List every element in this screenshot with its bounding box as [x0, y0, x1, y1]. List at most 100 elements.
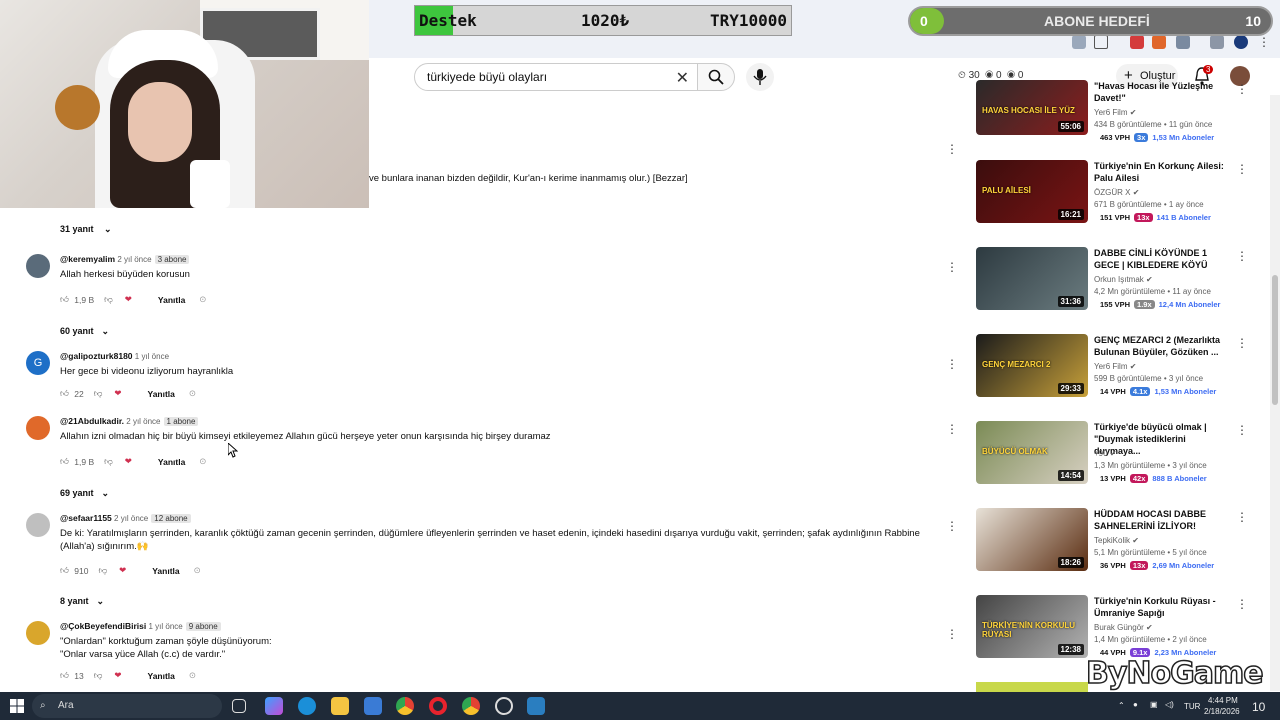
voice-search-button[interactable]: [746, 63, 774, 91]
comment-time[interactable]: 1 yıl önce: [148, 622, 182, 631]
video-more-button[interactable]: ⋮: [1236, 249, 1248, 263]
sort-icon[interactable]: ⊙: [189, 670, 196, 681]
chrome-icon[interactable]: [396, 697, 414, 715]
like-icon[interactable]: 👍︎: [60, 294, 69, 305]
search-button[interactable]: [697, 63, 735, 91]
tray-chevron-icon[interactable]: ⌃: [1118, 701, 1125, 710]
video-thumbnail[interactable]: TÜRKİYE'NİN KORKULU RÜYASI 12:38: [976, 595, 1088, 658]
comment-username[interactable]: @sefaar1155: [60, 513, 112, 523]
comment-time[interactable]: 2 yıl önce: [117, 255, 151, 264]
comment-more-button[interactable]: ⋮: [946, 627, 958, 641]
comment-time[interactable]: 2 yıl önce: [126, 417, 160, 426]
commenter-avatar[interactable]: [26, 513, 50, 537]
menu-dots-icon[interactable]: ⋮: [1258, 35, 1272, 49]
like-icon[interactable]: 👍︎: [60, 456, 69, 467]
channel-name[interactable]: Yer6 Film ✔: [1094, 108, 1136, 117]
comment-more-button[interactable]: ⋮: [946, 422, 958, 436]
clear-search-icon[interactable]: ✕: [676, 68, 689, 88]
obs-icon[interactable]: [495, 697, 513, 715]
video-more-button[interactable]: ⋮: [1236, 336, 1248, 350]
related-video-item[interactable]: BÜYÜCÜ OLMAK 14:54 Türkiye'de büyücü olmak…: [976, 421, 1266, 501]
dislike-icon[interactable]: 👎︎: [104, 456, 113, 467]
file-explorer-icon[interactable]: [331, 697, 349, 715]
video-thumbnail[interactable]: 31:36: [976, 247, 1088, 310]
extension-icon[interactable]: [1176, 35, 1190, 49]
channel-name[interactable]: ÖZGÜR X ✔: [1094, 188, 1139, 197]
related-video-item[interactable]: GENÇ MEZARCI 2 29:33 GENÇ MEZARCI 2 (Mezar…: [976, 334, 1266, 414]
sort-icon[interactable]: ⊙: [199, 294, 206, 305]
comment-more-button[interactable]: ⋮: [946, 357, 958, 371]
channel-name[interactable]: Burak Güngör ✔: [1094, 623, 1153, 632]
reply-button[interactable]: Yanıtla: [158, 295, 185, 305]
partial-thumbnail[interactable]: [976, 682, 1088, 692]
dislike-icon[interactable]: 👎︎: [98, 565, 107, 576]
channel-name[interactable]: TepkiKolik ✔: [1094, 536, 1139, 545]
video-more-button[interactable]: ⋮: [1236, 162, 1248, 176]
clock-date[interactable]: 2/18/2026: [1204, 707, 1240, 716]
steam-icon[interactable]: [527, 697, 545, 715]
video-title[interactable]: "Havas Hocası ile Yüzleşme Davet!": [1094, 80, 1234, 104]
dislike-icon[interactable]: 👎︎: [94, 388, 103, 399]
comment-username[interactable]: @ÇokBeyefendiBirisi: [60, 621, 146, 631]
extension-icon[interactable]: [1152, 35, 1166, 49]
video-title[interactable]: DABBE CİNLİ KÖYÜNDE 1 GECE | KIBLEDERE K…: [1094, 247, 1234, 271]
sort-icon[interactable]: ⊙: [189, 388, 196, 399]
channel-name[interactable]: +90 ✔: [1094, 449, 1117, 458]
profile-avatar-icon[interactable]: [1234, 35, 1248, 49]
video-thumbnail[interactable]: GENÇ MEZARCI 2 29:33: [976, 334, 1088, 397]
reply-button[interactable]: Yanıtla: [148, 671, 175, 681]
related-video-item[interactable]: PALU AİLESİ 16:21 Türkiye'nin En Korkunç A…: [976, 160, 1266, 240]
search-input[interactable]: [427, 70, 667, 84]
volume-icon[interactable]: ◁): [1165, 700, 1174, 709]
comment-username[interactable]: @keremyalim: [60, 254, 115, 264]
bookmark-star-icon[interactable]: [1094, 35, 1108, 49]
related-video-item[interactable]: HAVAS HOCASI İLE YÜZ 55:06 "Havas Hocası i…: [976, 80, 1266, 160]
extension-icon[interactable]: [1072, 35, 1086, 49]
video-title[interactable]: Türkiye'nin En Korkunç Ailesi: Palu Aile…: [1094, 160, 1234, 184]
comment-more-button[interactable]: ⋮: [946, 519, 958, 533]
comment-username[interactable]: @galipozturk8180: [60, 351, 133, 361]
video-thumbnail[interactable]: BÜYÜCÜ OLMAK 14:54: [976, 421, 1088, 484]
related-video-item[interactable]: 18:26 HÜDDAM HOCASI DABBE SAHNELERİNİ İZL…: [976, 508, 1266, 588]
comment-username[interactable]: @21Abdulkadir.: [60, 416, 124, 426]
replies-toggle[interactable]: 60 yanıt ⌄: [60, 326, 109, 337]
copilot-icon[interactable]: [265, 697, 283, 715]
video-more-button[interactable]: ⋮: [1236, 510, 1248, 524]
network-icon[interactable]: ▣: [1150, 700, 1158, 709]
replies-toggle[interactable]: 31 yanıt ⌄: [60, 224, 112, 235]
commenter-avatar[interactable]: [26, 416, 50, 440]
clock-time[interactable]: 4:44 PM: [1208, 696, 1238, 705]
related-video-item[interactable]: 31:36 DABBE CİNLİ KÖYÜNDE 1 GECE | KIBLED…: [976, 247, 1266, 327]
replies-toggle[interactable]: 8 yanıt ⌄: [60, 596, 104, 607]
video-thumbnail[interactable]: HAVAS HOCASI İLE YÜZ 55:06: [976, 80, 1088, 135]
channel-name[interactable]: Orkun Işıtmak ✔: [1094, 275, 1153, 284]
comment-time[interactable]: 2 yıl önce: [114, 514, 148, 523]
like-icon[interactable]: 👍︎: [60, 670, 69, 681]
taskview-icon[interactable]: [232, 699, 246, 713]
opera-icon[interactable]: [429, 697, 447, 715]
keyboard-language[interactable]: TUR: [1184, 702, 1200, 711]
commenter-avatar[interactable]: [26, 621, 50, 645]
reply-button[interactable]: Yanıtla: [148, 389, 175, 399]
page-scrollbar[interactable]: [1270, 95, 1280, 691]
video-title[interactable]: HÜDDAM HOCASI DABBE SAHNELERİNİ İZLİYOR!: [1094, 508, 1234, 532]
comment-more-button[interactable]: ⋮: [946, 142, 958, 156]
chrome-active-icon[interactable]: [462, 697, 480, 715]
like-icon[interactable]: 👍︎: [60, 388, 69, 399]
channel-name[interactable]: Yer6 Film ✔: [1094, 362, 1136, 371]
comment-more-button[interactable]: ⋮: [946, 260, 958, 274]
commenter-avatar[interactable]: G: [26, 351, 50, 375]
dislike-icon[interactable]: 👎︎: [94, 670, 103, 681]
commenter-avatar[interactable]: [26, 254, 50, 278]
video-more-button[interactable]: ⋮: [1236, 82, 1248, 96]
replies-toggle[interactable]: 69 yanıt ⌄: [60, 488, 109, 499]
sort-icon[interactable]: ⊙: [194, 565, 201, 576]
like-icon[interactable]: 👍︎: [60, 565, 69, 576]
edge-icon[interactable]: [298, 697, 316, 715]
taskbar-search[interactable]: ⌕ Ara: [32, 694, 222, 718]
extension-icon[interactable]: [1210, 35, 1224, 49]
video-thumbnail[interactable]: PALU AİLESİ 16:21: [976, 160, 1088, 223]
dislike-icon[interactable]: 👎︎: [104, 294, 113, 305]
windows-start-icon[interactable]: [10, 699, 24, 713]
video-title[interactable]: Türkiye'nin Korkulu Rüyası - Ümraniye Sa…: [1094, 595, 1234, 619]
